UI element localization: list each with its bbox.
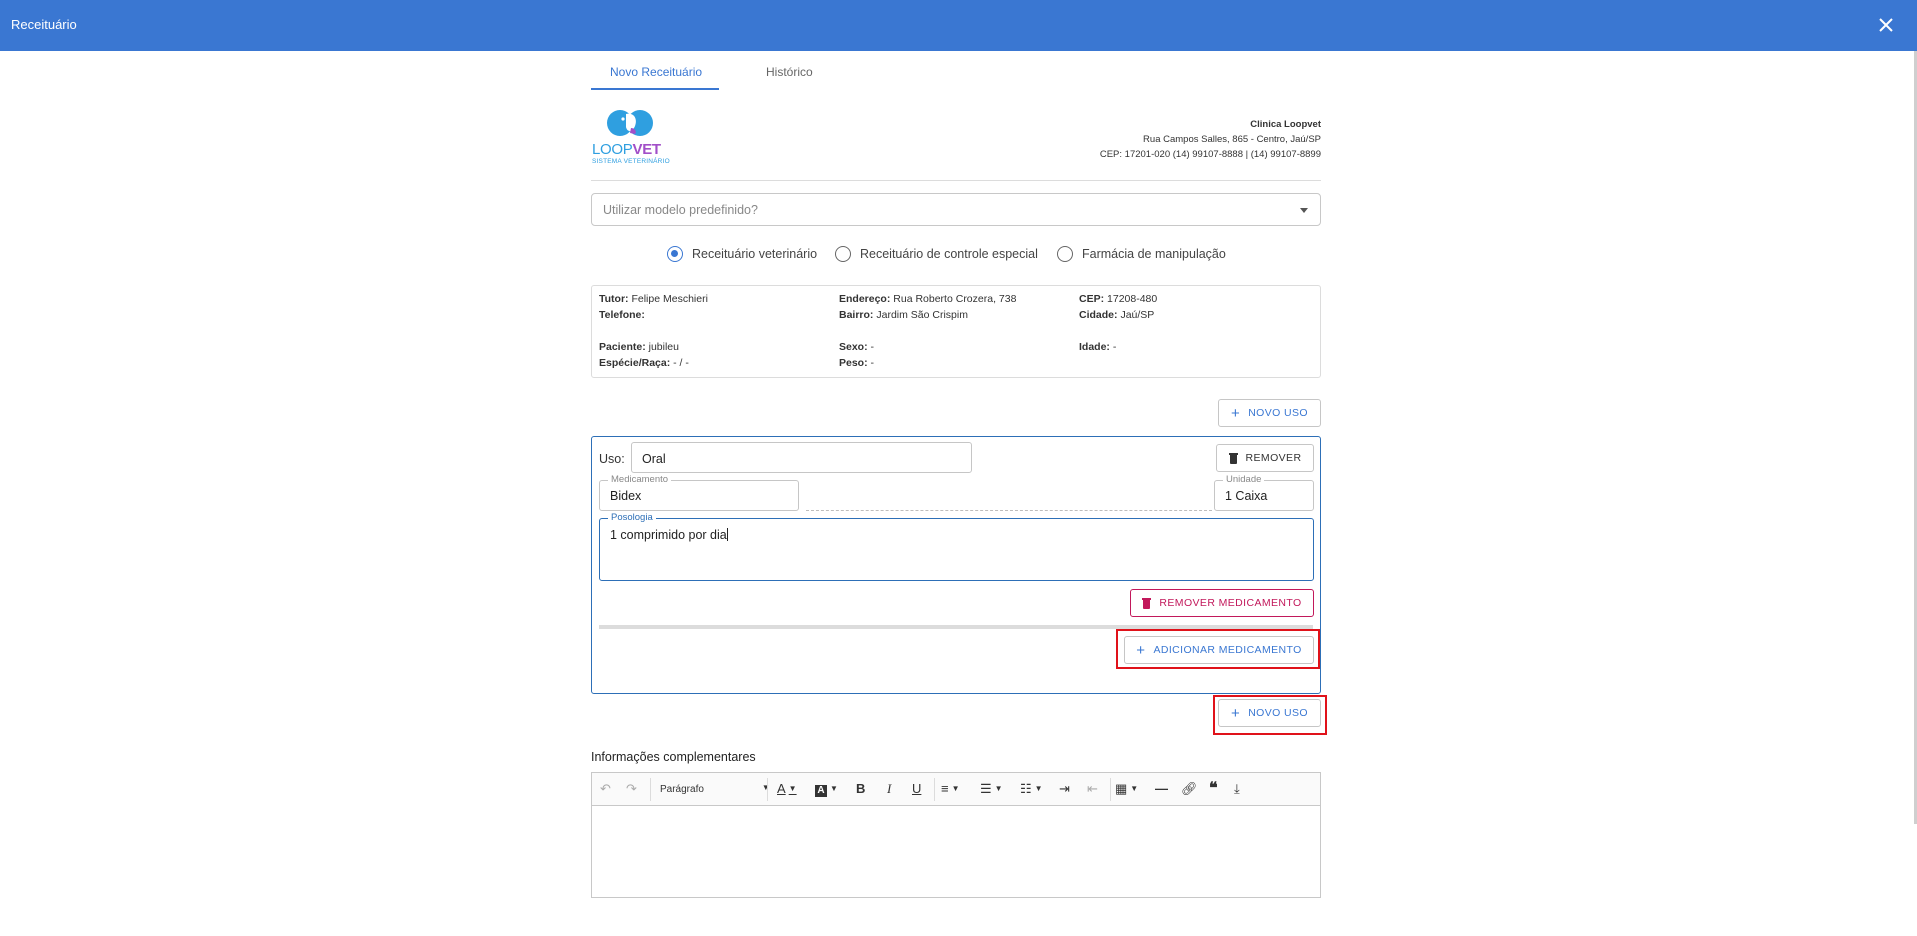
telefone-field: Telefone:	[599, 309, 645, 321]
radio-label: Receituário veterinário	[692, 247, 818, 261]
highlight-box	[1213, 695, 1327, 735]
unidade-input[interactable]: Unidade 1 Caixa	[1214, 474, 1314, 511]
close-icon[interactable]	[1877, 16, 1895, 34]
template-select-placeholder: Utilizar modelo predefinido?	[603, 203, 758, 217]
remover-medicamento-button[interactable]: REMOVER MEDICAMENTO	[1130, 589, 1314, 617]
active-tab-indicator	[591, 88, 719, 90]
tab-bar: Novo Receituário Histórico	[591, 51, 1321, 91]
template-select[interactable]: Utilizar modelo predefinido?	[591, 193, 1321, 226]
endereco-field: Endereço: Rua Roberto Crozera, 738	[839, 293, 1017, 305]
radio-unchecked-icon	[835, 246, 851, 262]
trash-icon	[1228, 452, 1238, 464]
blockquote-icon[interactable]: ❝	[1209, 781, 1218, 797]
font-color-icon[interactable]: A ▼	[777, 781, 797, 797]
rich-text-editor: ↶ ↷ Parágrafo ▼ A ▼ A ▼ B I U ≡ ▼ ☰ ▼ ☷ ▼ ⇥ ⇤ …	[591, 772, 1321, 898]
highlight-box	[1116, 629, 1320, 669]
toolbar-separator	[934, 778, 935, 801]
clinic-contact: CEP: 17201-020 (14) 99107-8888 | (14) 99…	[1099, 149, 1321, 160]
radio-checked-icon	[667, 246, 683, 262]
uso-input[interactable]: Oral	[631, 442, 972, 473]
radio-label: Farmácia de manipulação	[1082, 247, 1226, 261]
prescription-type-group: Receituário veterinário Receituário de c…	[591, 246, 1321, 266]
page-break-icon[interactable]: ⤓	[1234, 781, 1240, 797]
radio-unchecked-icon	[1057, 246, 1073, 262]
posologia-textarea[interactable]: Posologia 1 comprimido por dia	[599, 512, 1314, 581]
table-icon[interactable]: ▦ ▼	[1115, 781, 1138, 797]
peso-field: Peso: -	[839, 357, 875, 369]
idade-field: Idade: -	[1079, 341, 1117, 353]
divider-dashed	[806, 510, 1212, 511]
novo-uso-button[interactable]: + NOVO USO	[1218, 399, 1321, 427]
bulleted-list-icon[interactable]: ☰ ▼	[980, 781, 1003, 797]
uso-label: Uso:	[599, 452, 625, 466]
radio-controle-especial[interactable]: Receituário de controle especial	[835, 246, 1038, 262]
tab-novo-receituario[interactable]: Novo Receituário	[610, 65, 702, 79]
tab-historico[interactable]: Histórico	[766, 65, 813, 79]
radio-receituario-veterinario[interactable]: Receituário veterinário	[667, 246, 817, 262]
clinic-info: Clinica Loopvet Rua Campos Salles, 865 -…	[1100, 117, 1321, 162]
link-icon[interactable]: 🔗︎	[1181, 781, 1198, 797]
logo-wordmark: LOOPVET	[592, 141, 661, 158]
chevron-down-icon	[1300, 208, 1308, 213]
paragraph-style-select[interactable]: Parágrafo ▼	[660, 783, 770, 795]
bairro-field: Bairro: Jardim São Crispim	[839, 309, 968, 321]
tutor-field: Tutor: Felipe Meschieri	[599, 293, 708, 305]
logo-subtitle: SISTEMA VETERINÁRIO	[592, 158, 670, 165]
trash-icon	[1142, 597, 1152, 609]
complementary-info-label: Informações complementares	[591, 750, 756, 764]
highlight-color-icon[interactable]: A ▼	[815, 781, 838, 797]
editor-toolbar: ↶ ↷ Parágrafo ▼ A ▼ A ▼ B I U ≡ ▼ ☰ ▼ ☷ ▼ ⇥ ⇤ …	[592, 773, 1320, 806]
toolbar-separator	[767, 778, 768, 801]
uso-card: Uso: Oral REMOVER Medicamento Bidex Unid…	[591, 436, 1321, 694]
toolbar-separator	[1110, 778, 1111, 801]
text-caret	[726, 528, 728, 541]
indent-icon[interactable]: ⇥	[1059, 781, 1070, 797]
cidade-field: Cidade: Jaú/SP	[1079, 309, 1155, 321]
radio-label: Receituário de controle especial	[860, 247, 1038, 261]
clinic-name: Clinica Loopvet	[1250, 119, 1321, 130]
sexo-field: Sexo: -	[839, 341, 875, 353]
numbered-list-icon[interactable]: ☷ ▼	[1020, 781, 1043, 797]
align-left-icon[interactable]: ≡ ▼	[941, 781, 960, 797]
cep-field: CEP: 17208-480	[1079, 293, 1158, 305]
undo-icon[interactable]: ↶	[600, 781, 611, 797]
italic-icon[interactable]: I	[887, 781, 891, 797]
dialog-header: Receituário	[0, 0, 1917, 51]
especie-field: Espécie/Raça: - / -	[599, 357, 689, 369]
horizontal-line-icon[interactable]: —	[1155, 781, 1168, 797]
underline-icon[interactable]: U	[912, 781, 921, 797]
paciente-field: Paciente: jubileu	[599, 341, 679, 353]
clinic-address: Rua Campos Salles, 865 - Centro, Jaú/SP	[1143, 134, 1321, 145]
chevron-down-icon: ▼	[761, 783, 770, 792]
dialog-title: Receituário	[11, 17, 77, 32]
toolbar-separator	[650, 778, 651, 801]
redo-icon[interactable]: ↷	[626, 781, 637, 797]
divider	[591, 180, 1321, 181]
bold-icon[interactable]: B	[856, 781, 865, 797]
patient-info-box: Tutor: Felipe Meschieri Endereço: Rua Ro…	[591, 285, 1321, 378]
plus-icon: +	[1231, 404, 1241, 422]
outdent-icon[interactable]: ⇤	[1087, 781, 1098, 797]
radio-farmacia-manipulacao[interactable]: Farmácia de manipulação	[1057, 246, 1226, 262]
medicamento-input[interactable]: Medicamento Bidex	[599, 474, 799, 511]
remover-uso-button[interactable]: REMOVER	[1216, 444, 1314, 472]
